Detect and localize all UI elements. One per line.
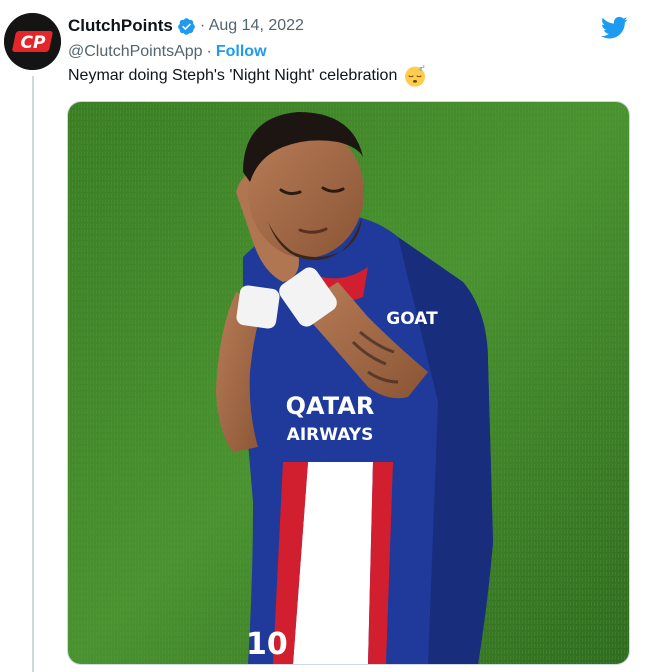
twitter-bird-icon[interactable] [601, 16, 628, 40]
sleeping-face-emoji-icon: z z [405, 64, 426, 87]
verified-badge-icon [178, 17, 195, 35]
tweet-media-photo[interactable]: QATAR AIRWAYS GOAT 10 [67, 101, 630, 665]
svg-text:z: z [423, 64, 426, 69]
avatar-text: CP [21, 33, 46, 53]
author-name[interactable]: ClutchPoints [68, 16, 173, 36]
shorts-number: 10 [246, 627, 288, 662]
tweet-text-content: Neymar doing Steph's 'Night Night' celeb… [68, 67, 398, 84]
author-handle[interactable]: @ClutchPointsApp [68, 43, 203, 61]
tweet-subheader: @ClutchPointsApp · Follow [68, 41, 267, 63]
thread-line [32, 76, 34, 672]
jersey-sponsor-line1: QATAR [286, 392, 375, 420]
tweet-card: CP ClutchPoints · Aug 14, 2022 @ClutchPo… [0, 0, 647, 672]
jersey-brand: GOAT [386, 309, 438, 329]
separator: · [206, 43, 212, 60]
avatar[interactable]: CP [4, 13, 61, 70]
tweet-header: ClutchPoints · Aug 14, 2022 [68, 14, 587, 38]
tweet-text: Neymar doing Steph's 'Night Night' celeb… [68, 64, 427, 88]
jersey-sponsor-line2: AIRWAYS [287, 425, 374, 445]
follow-button[interactable]: Follow [216, 43, 267, 61]
clutchpoints-logo-icon: CP [4, 13, 61, 70]
neymar-photo: QATAR AIRWAYS GOAT 10 [68, 102, 629, 664]
tweet-date[interactable]: · Aug 14, 2022 [200, 17, 304, 35]
